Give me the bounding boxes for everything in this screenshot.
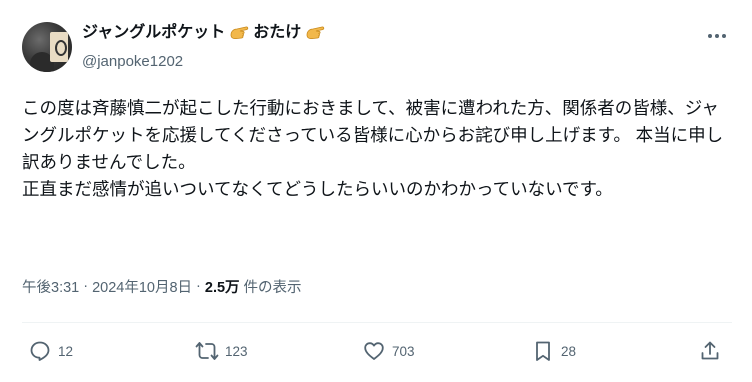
views-count: 2.5万	[204, 279, 240, 296]
avatar-sign	[50, 32, 68, 62]
bookmark-button[interactable]: 28	[531, 338, 576, 364]
display-name[interactable]: ジャングルポケット おたけ	[82, 23, 329, 43]
display-name-part2: おたけ	[253, 24, 302, 41]
tweet-text: この度は斉藤慎二が起こした行動におきまして、被害に遭われた方、関係者の皆様、ジャ…	[22, 95, 734, 203]
tweet-paragraph-2: 正直まだ感情が追いついてなくてどうしたらいいのかわかっていないです。	[22, 179, 613, 199]
pointing-hand-emoji-icon-2	[304, 23, 326, 43]
repost-icon	[195, 342, 219, 360]
like-count: 703	[392, 343, 415, 359]
heart-icon	[364, 342, 384, 360]
tweet-date[interactable]: 2024年10月8日	[92, 276, 192, 297]
reply-count: 12	[58, 343, 74, 359]
share-button[interactable]	[698, 338, 722, 364]
meta-separator-2: ·	[196, 278, 201, 294]
display-name-part1: ジャングルポケット	[82, 24, 226, 41]
tweet-meta: 午後3:31 · 2024年10月8日 · 2.5万 件の表示	[22, 275, 302, 297]
bookmark-count: 28	[561, 343, 577, 359]
reply-button[interactable]: 12	[28, 338, 73, 364]
meta-separator: ·	[83, 278, 89, 294]
divider	[22, 322, 732, 323]
share-icon	[701, 341, 719, 360]
reply-icon	[30, 341, 50, 361]
more-options-icon[interactable]	[700, 28, 734, 44]
avatar[interactable]	[22, 22, 72, 72]
like-button[interactable]: 703	[362, 338, 415, 364]
tweet-time[interactable]: 午後3:31	[22, 276, 79, 297]
repost-button[interactable]: 123	[195, 338, 248, 364]
bookmark-icon	[536, 341, 550, 361]
action-bar: 12 123 703 28	[0, 338, 752, 364]
user-handle[interactable]: @janpoke1202	[82, 52, 183, 72]
pointing-hand-emoji-icon	[228, 23, 250, 43]
repost-count: 123	[225, 343, 248, 359]
tweet-paragraph-1: この度は斉藤慎二が起こした行動におきまして、被害に遭われた方、関係者の皆様、ジャ…	[22, 98, 724, 172]
views-label: 件の表示	[243, 279, 302, 296]
